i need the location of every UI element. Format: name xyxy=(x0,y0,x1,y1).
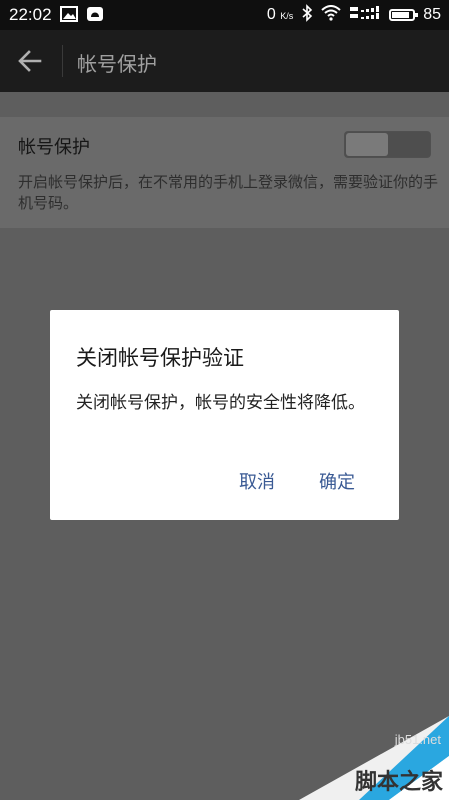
notification-app-icon xyxy=(86,6,104,26)
arrow-left-icon[interactable] xyxy=(16,49,44,73)
net-speed: 0 K/s xyxy=(266,6,294,23)
battery-percent: 85 xyxy=(423,6,441,23)
dialog-title: 关闭帐号保护验证 xyxy=(76,346,244,370)
watermark-name: 脚本之家 xyxy=(354,770,443,795)
app-bar: 帐号保护 xyxy=(0,30,449,92)
confirm-button[interactable]: 确定 xyxy=(319,468,355,494)
bluetooth-icon xyxy=(301,3,313,27)
setting-title: 帐号保护 xyxy=(18,137,90,158)
status-time: 22:02 xyxy=(9,5,52,24)
confirm-dialog: 关闭帐号保护验证 关闭帐号保护，帐号的安全性将降低。 取消 确定 xyxy=(50,310,399,520)
watermark-url: jb51.net xyxy=(394,732,441,747)
account-protection-setting: 帐号保护 开启帐号保护后，在不常用的手机上登录微信，需要验证你的手机号码。 xyxy=(0,117,449,228)
watermark: jb51.net 脚本之家 xyxy=(299,716,449,800)
setting-description: 开启帐号保护后，在不常用的手机上登录微信，需要验证你的手机号码。 xyxy=(18,173,439,212)
page-title: 帐号保护 xyxy=(77,52,157,76)
wifi-icon xyxy=(321,4,341,26)
account-protection-toggle[interactable] xyxy=(344,131,431,158)
cancel-button[interactable]: 取消 xyxy=(239,468,275,494)
battery-icon xyxy=(389,9,419,21)
toggle-knob xyxy=(346,133,388,156)
battery-fill xyxy=(392,12,410,18)
status-bar: 22:02 0 K/s 85 xyxy=(0,0,449,30)
image-icon xyxy=(60,6,78,26)
app-bar-divider xyxy=(62,45,63,77)
status-indicators: 0 K/s 85 xyxy=(266,3,441,27)
dialog-message: 关闭帐号保护，帐号的安全性将降低。 xyxy=(76,393,365,413)
cellular-signal-icon xyxy=(349,5,381,26)
